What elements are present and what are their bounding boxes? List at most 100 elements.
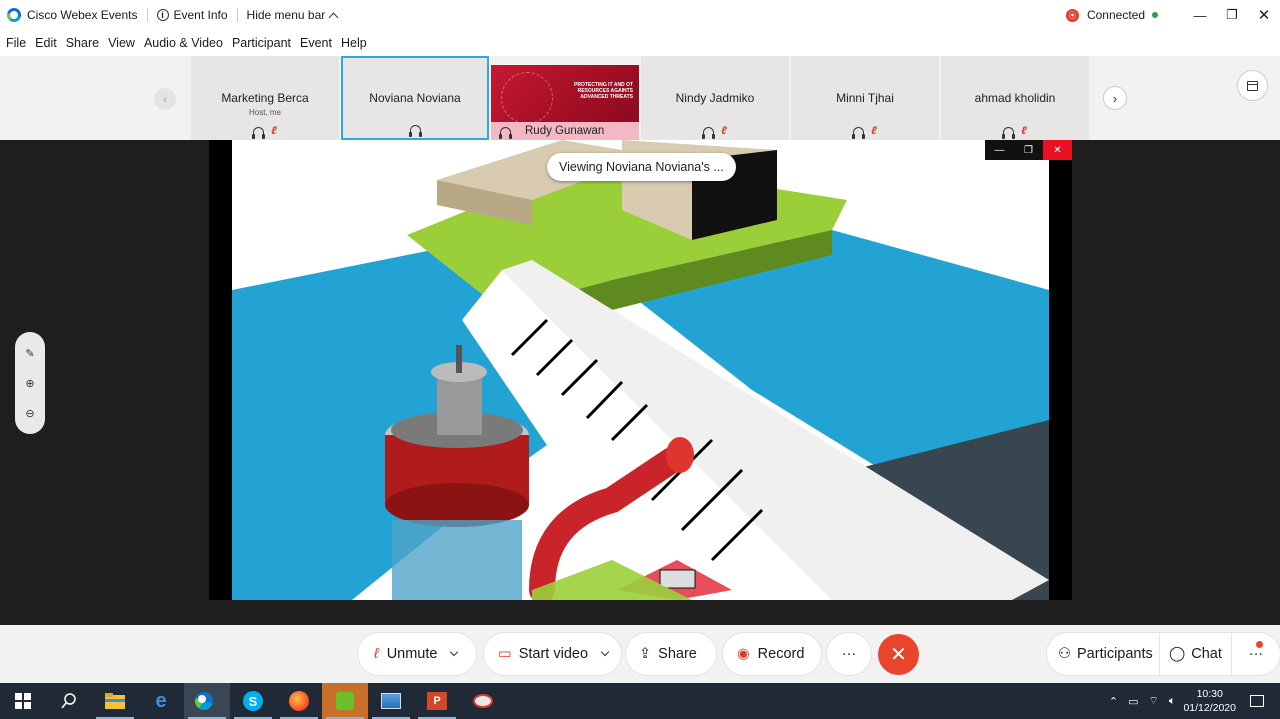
divider: [236, 8, 238, 22]
menu-help[interactable]: Help: [341, 36, 367, 50]
more-label: ···: [841, 646, 857, 662]
taskbar-powerpoint[interactable]: P: [414, 683, 460, 719]
share-button[interactable]: ⇪ Share: [626, 633, 716, 675]
taskbar-photos[interactable]: [368, 683, 414, 719]
menu-event[interactable]: Event: [300, 36, 332, 50]
participant-name: Marketing Berca: [221, 91, 309, 105]
app-title: Cisco Webex Events: [7, 8, 138, 22]
zoom-out-icon[interactable]: ⊖: [25, 407, 34, 420]
headset-icon: [852, 126, 866, 139]
participant-tile-active[interactable]: Noviana Noviana: [341, 56, 489, 140]
notification-dot: [1256, 641, 1263, 648]
panel-more-button[interactable]: ···: [1232, 633, 1280, 675]
wifi-icon[interactable]: ⌔: [1148, 694, 1158, 708]
title-bar: Cisco Webex Events i Event Info Hide men…: [0, 0, 1280, 30]
taskbar-clock[interactable]: 10:30 01/12/2020: [1183, 687, 1236, 715]
edge-icon: e: [155, 689, 167, 712]
taskbar-firefox[interactable]: [276, 683, 322, 719]
chat-button[interactable]: ◯ Chat: [1160, 633, 1232, 675]
divider: [146, 8, 148, 22]
zoom-in-icon[interactable]: ⊕: [25, 377, 34, 390]
windows-taskbar: e S P ⌃ ▭ ⌔ 🔈︎ 10:30 01/12/2020: [0, 683, 1280, 719]
meeting-controls: ℓ Unmute ▭ Start video ⇪ Share ◉ Record …: [0, 625, 1280, 683]
participant-tile[interactable]: Minni Tjhai ℓ: [791, 56, 939, 140]
webex-icon: [195, 692, 213, 710]
chat-bubble-icon: ◯: [1169, 646, 1186, 662]
participant-tile-sharing[interactable]: PROTECTING IT AND OT RESOURCES AGAINTS A…: [491, 56, 639, 140]
participant-tile[interactable]: Nindy Jadmiko ℓ: [641, 56, 789, 140]
participant-tile[interactable]: Marketing Berca Host, me ℓ: [191, 56, 339, 140]
share-icon: ⇪: [639, 646, 652, 662]
taskbar-file-explorer[interactable]: [92, 683, 138, 719]
viewing-indicator[interactable]: Viewing Noviana Noviana's ...: [547, 153, 736, 181]
menu-audio-video[interactable]: Audio & Video: [144, 36, 223, 50]
mic-muted-icon: ℓ: [721, 125, 727, 137]
menu-participant[interactable]: Participant: [232, 36, 291, 50]
taskbar-paint[interactable]: [460, 683, 506, 719]
event-info-button[interactable]: i Event Info: [156, 8, 228, 22]
start-video-label: Start video: [518, 646, 589, 662]
hide-menu-label: Hide menu bar: [246, 8, 326, 22]
start-video-button[interactable]: ▭ Start video: [484, 633, 621, 675]
paint-icon: [473, 694, 493, 708]
taskbar-edge[interactable]: e: [138, 683, 184, 719]
strip-prev-button[interactable]: ‹: [154, 88, 176, 110]
end-call-button[interactable]: ✕: [878, 634, 919, 675]
shared-content-thumbnail: PROTECTING IT AND OT RESOURCES AGAINTS A…: [491, 56, 639, 124]
participants-button[interactable]: ⚇ Participants: [1047, 633, 1159, 675]
taskbar-skype[interactable]: S: [230, 683, 276, 719]
float-close-button[interactable]: ✕: [1043, 140, 1072, 160]
participant-role: Host, me: [248, 108, 281, 117]
taskbar-search-button[interactable]: [46, 683, 92, 719]
minimize-button[interactable]: —: [1184, 0, 1216, 30]
close-window-button[interactable]: ✕: [1248, 0, 1280, 30]
restore-button[interactable]: ❐: [1216, 0, 1248, 30]
layout-icon: [1247, 80, 1258, 91]
record-button[interactable]: ◉ Record: [723, 633, 821, 675]
record-icon: ◉: [737, 646, 750, 662]
chevron-up-icon[interactable]: ⌃: [1109, 695, 1118, 708]
battery-icon[interactable]: ▭: [1128, 695, 1138, 708]
notifications-icon[interactable]: [1250, 695, 1264, 707]
participant-name: Minni Tjhai: [836, 91, 894, 105]
annotate-icon[interactable]: ✎: [25, 347, 34, 360]
participant-strip: ‹ Marketing Berca Host, me ℓ Noviana Nov…: [0, 56, 1280, 140]
layout-button[interactable]: [1237, 70, 1268, 101]
chevron-down-icon[interactable]: [600, 647, 610, 657]
floating-window-controls: — ❐ ✕: [985, 140, 1072, 160]
menu-edit[interactable]: Edit: [35, 36, 57, 50]
connection-dot-icon: [1152, 12, 1158, 18]
windows-logo-icon: [15, 693, 31, 709]
main-stage: Viewing Noviana Noviana's ... — ❐ ✕ ✎ ⊕ …: [0, 140, 1280, 625]
system-tray: ⌃ ▭ ⌔ 🔈︎ 10:30 01/12/2020: [1109, 683, 1280, 719]
menu-file[interactable]: File: [6, 36, 26, 50]
event-info-label: Event Info: [173, 8, 228, 22]
taskbar-app-green[interactable]: [322, 683, 368, 719]
float-restore-button[interactable]: ❐: [1014, 140, 1043, 160]
menu-share[interactable]: Share: [66, 36, 99, 50]
video-off-icon: ▭: [498, 646, 512, 662]
chevron-down-icon[interactable]: [450, 647, 459, 657]
float-minimize-button[interactable]: —: [985, 140, 1014, 160]
hide-menu-bar-button[interactable]: Hide menu bar: [246, 8, 339, 22]
app-icon: [336, 692, 354, 710]
headset-icon: [252, 126, 266, 139]
participant-tile[interactable]: ahmad kholidin ℓ: [941, 56, 1089, 140]
chat-label: Chat: [1191, 646, 1222, 662]
participant-name: Rudy Gunawan: [525, 125, 605, 137]
shared-screen-content: [232, 140, 1049, 600]
participant-name: ahmad kholidin: [974, 91, 1056, 105]
record-label: Record: [757, 646, 805, 662]
folder-icon: [105, 693, 125, 709]
info-icon: i: [156, 9, 169, 21]
menu-view[interactable]: View: [108, 36, 135, 50]
unmute-button[interactable]: ℓ Unmute: [358, 633, 476, 675]
more-options-button[interactable]: ···: [827, 633, 871, 675]
volume-icon[interactable]: 🔈︎: [1169, 695, 1176, 708]
photos-icon: [381, 693, 401, 709]
start-button[interactable]: [0, 683, 46, 719]
strip-next-button[interactable]: ›: [1103, 86, 1127, 110]
participant-name: Nindy Jadmiko: [675, 91, 755, 105]
taskbar-webex[interactable]: [184, 683, 230, 719]
mic-muted-icon: ℓ: [871, 125, 877, 137]
